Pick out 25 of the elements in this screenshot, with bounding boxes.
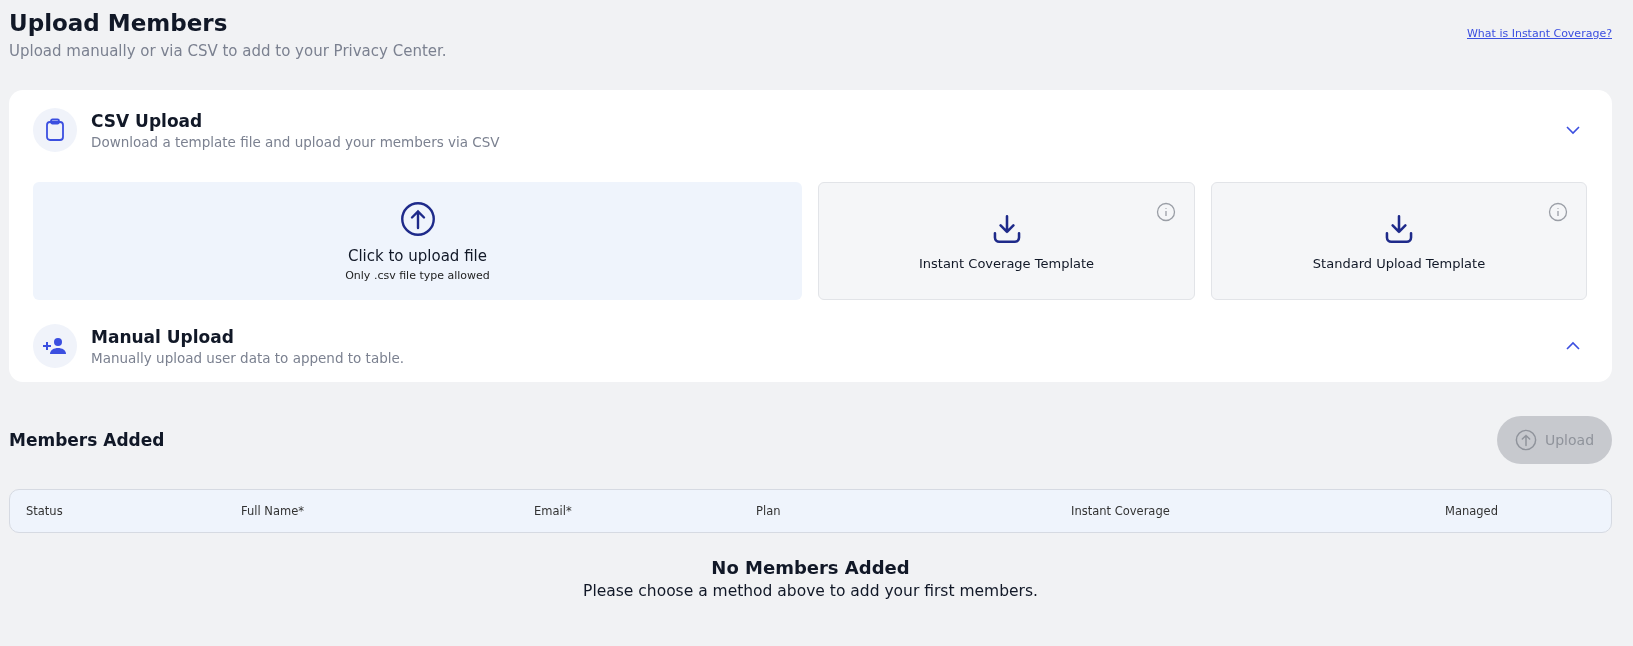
section-description: Download a template file and upload your members via CSV [91,133,501,150]
template-download-button[interactable]: Instant Coverage Template [818,182,1195,300]
column-header: Instant Coverage [1071,504,1171,518]
section-title: Manual Upload [91,326,235,347]
upload-icon [399,200,436,237]
section-title: Members Added [9,430,165,450]
page-subtitle: Upload manually or via CSV to add to your Privacy Center. [9,42,447,60]
clipboard-icon [45,118,65,142]
template-download-button[interactable]: Standard Upload Template [1211,182,1587,300]
column-header: Email* [534,504,573,518]
empty-state-text: Please choose a method above to add your first members. [583,582,1038,600]
column-header: Full Name* [241,504,305,518]
chevron-toggle[interactable] [1565,125,1581,135]
column-header: Status [26,504,64,518]
column-header: Managed [1445,504,1499,518]
file-dropzone[interactable]: Click to upload file Only .csv file type allowed [33,182,802,300]
add-person-icon [43,337,67,355]
column-header: Plan [756,504,782,518]
help-link[interactable]: What is Instant Coverage? [1467,27,1612,40]
empty-state-title: No Members Added [711,557,910,578]
section-description: Manually upload user data to append to table. [91,349,406,366]
upload-icon [1514,429,1537,451]
chevron-toggle[interactable] [1565,341,1581,351]
page-title: Upload Members [9,9,229,38]
section-title: CSV Upload [91,110,204,131]
